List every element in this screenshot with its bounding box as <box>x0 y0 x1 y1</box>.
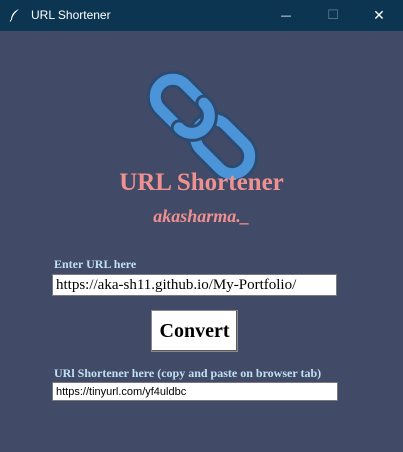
maximize-button[interactable]: ☐ <box>310 0 356 31</box>
window-title: URL Shortener <box>31 8 111 22</box>
app-content: URL Shortener akasharma._ Enter URL here… <box>0 31 403 452</box>
minimize-button[interactable]: — <box>263 0 309 31</box>
minimize-icon: — <box>280 9 292 22</box>
short-url-output[interactable] <box>52 382 338 401</box>
chain-link-icon <box>145 69 260 184</box>
convert-button[interactable]: Convert <box>151 310 238 352</box>
result-label: URl Shortener here (copy and paste on br… <box>54 366 322 380</box>
maximize-icon: ☐ <box>327 8 339 23</box>
close-button[interactable]: ✕ <box>356 0 402 31</box>
window-titlebar[interactable]: URL Shortener — ☐ ✕ <box>0 0 403 31</box>
app-title: URL Shortener <box>119 169 284 196</box>
author-name: akasharma._ <box>153 206 250 226</box>
url-input[interactable] <box>52 274 337 296</box>
close-icon: ✕ <box>373 7 385 24</box>
feather-icon <box>8 8 22 22</box>
url-label: Enter URL here <box>54 257 137 271</box>
